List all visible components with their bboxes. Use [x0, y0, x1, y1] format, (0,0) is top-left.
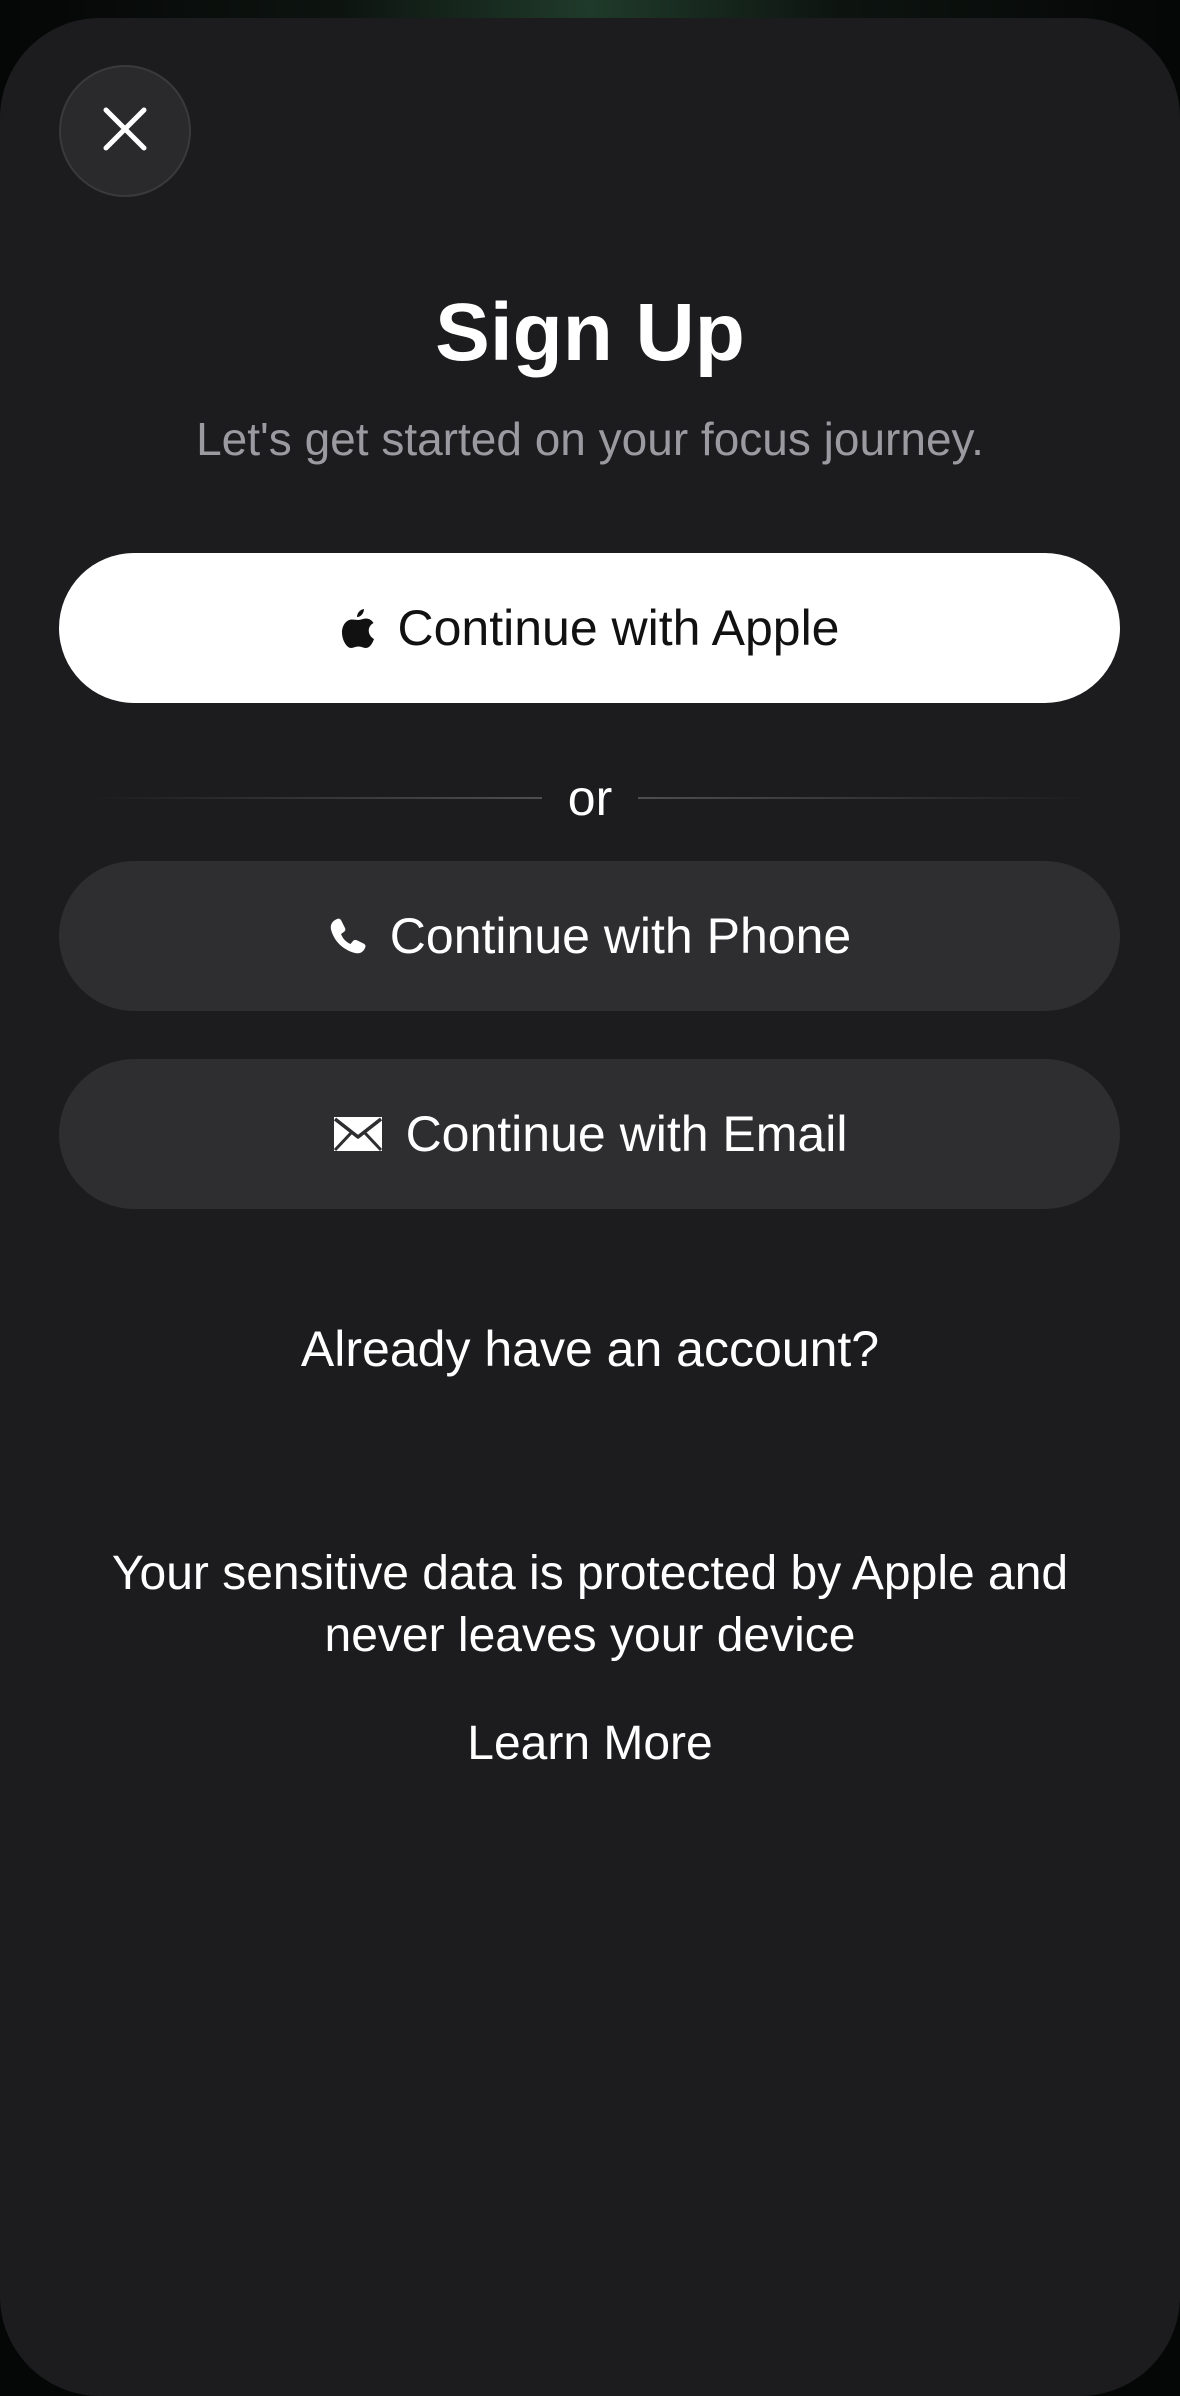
or-divider: or [90, 763, 1090, 833]
continue-with-phone-button[interactable]: Continue with Phone [59, 861, 1120, 1011]
page-title: Sign Up [435, 287, 745, 378]
divider-line-right [638, 797, 1090, 799]
envelope-icon [332, 1115, 384, 1153]
email-button-label: Continue with Email [405, 1106, 848, 1162]
continue-with-apple-button[interactable]: Continue with Apple [59, 553, 1120, 703]
or-text: or [567, 770, 613, 826]
privacy-line-2: never leaves your device [324, 1609, 856, 1662]
apple-button-label: Continue with Apple [397, 600, 840, 656]
close-button[interactable] [59, 65, 191, 197]
close-icon [100, 104, 150, 159]
already-have-account-link[interactable]: Already have an account? [0, 1320, 1180, 1378]
page-subtitle: Let's get started on your focus journey. [196, 413, 984, 465]
privacy-line-1: Your sensitive data is protected by Appl… [111, 1547, 1069, 1600]
apple-logo-icon [340, 607, 376, 649]
privacy-notice: Your sensitive data is protected by Appl… [40, 1543, 1140, 1667]
phone-button-label: Continue with Phone [389, 908, 852, 964]
sign-up-sheet: Sign Up Let's get started on your focus … [0, 18, 1180, 2396]
continue-with-email-button[interactable]: Continue with Email [59, 1059, 1120, 1209]
divider-line-left [90, 797, 542, 799]
phone-icon [328, 916, 368, 956]
learn-more-link[interactable]: Learn More [0, 1716, 1180, 1771]
